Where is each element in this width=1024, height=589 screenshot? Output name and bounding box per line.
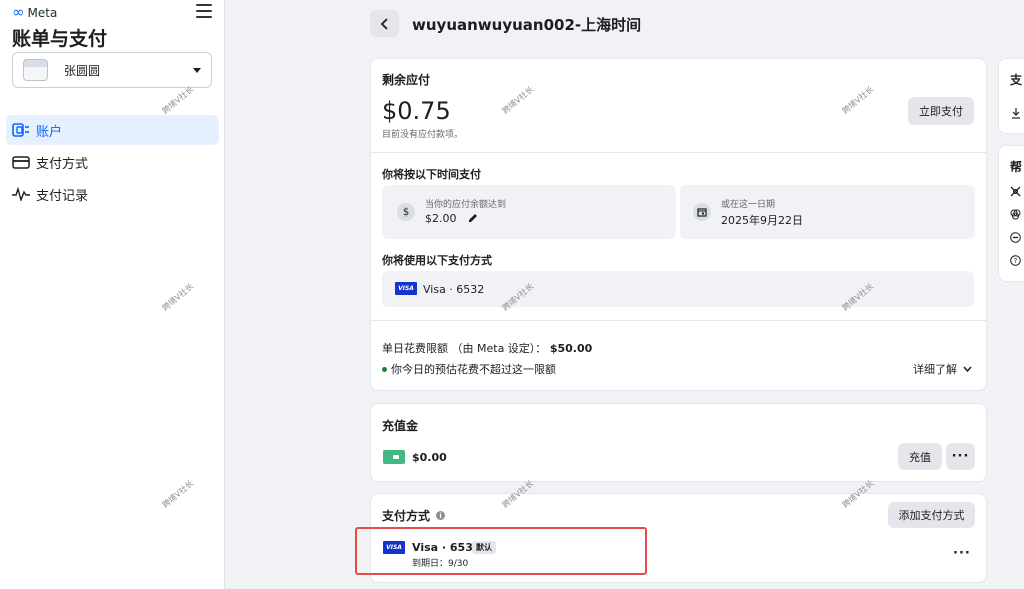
daily-limit-row: 单日花费限额 （由 Meta 设定）： $50.00	[382, 340, 592, 356]
balance-heading: 剩余应付	[382, 73, 431, 87]
tools-icon[interactable]	[1010, 186, 1021, 197]
add-payment-method-button[interactable]: 添加支付方式	[888, 502, 975, 528]
calendar-icon	[693, 203, 711, 221]
info-icon[interactable]: i	[436, 511, 446, 520]
sidebar-item-label: 账户	[36, 124, 63, 140]
learn-more-label: 详细了解	[913, 363, 957, 376]
help-circle-icon[interactable]: ?	[1010, 255, 1021, 266]
sidebar-nav: 账户 支付方式 支付记录	[6, 115, 219, 211]
payment-methods-heading: 支付方式	[382, 509, 431, 523]
sidebar-item-accounts[interactable]: 账户	[6, 115, 219, 145]
account-selector[interactable]: 张圆圆	[12, 52, 212, 88]
status-dot-icon	[382, 366, 387, 372]
daily-limit-note-row: 你今日的预估花费不超过这一限额	[382, 361, 556, 377]
daily-limit-value: $50.00	[549, 342, 593, 355]
meta-brand-text: Meta	[27, 5, 58, 20]
threshold-box: $ 当你的应付余额达到 $2.00	[382, 185, 676, 239]
pay-now-button[interactable]: 立即支付	[908, 97, 974, 125]
prepaid-heading: 充值金	[382, 419, 419, 433]
sidebar-item-payment-history[interactable]: 支付记录	[6, 179, 219, 209]
chevron-down-icon	[963, 366, 972, 372]
accounts-icon	[12, 122, 30, 138]
circles-icon[interactable]	[1010, 209, 1021, 220]
download-icon[interactable]	[1011, 107, 1021, 119]
dollar-icon: $	[397, 203, 415, 221]
activity-icon	[12, 186, 30, 202]
svg-text:?: ?	[1014, 257, 1018, 265]
schedule-heading: 你将按以下时间支付	[382, 168, 481, 181]
divider	[371, 320, 986, 321]
account-name: 张圆圆	[64, 63, 101, 78]
more-options-button[interactable]: ···	[946, 443, 975, 470]
meta-infinity-icon: ∞	[12, 3, 25, 21]
right-card-2-title: 帮	[1010, 160, 1023, 174]
right-card-1: 支	[998, 58, 1024, 134]
wallet-icon	[383, 450, 405, 464]
caret-down-icon	[193, 67, 201, 73]
credit-card-icon	[12, 154, 30, 170]
balance-subtext: 目前没有应付款项。	[382, 130, 464, 140]
threshold-label: 当你的应付余额达到	[425, 200, 507, 210]
back-button[interactable]	[370, 10, 399, 37]
threshold-value: $2.00	[425, 212, 457, 225]
method-value: Visa · 6532	[423, 283, 485, 296]
prepaid-card: 充值金 $0.00 充值 ···	[370, 403, 987, 482]
account-thumbnail-icon	[23, 59, 48, 81]
card-more-button[interactable]: ···	[953, 546, 971, 561]
menu-icon[interactable]	[196, 4, 212, 18]
date-box: 或在这一日期 2025年9月22日	[680, 185, 975, 239]
sidebar-item-label: 支付记录	[36, 188, 89, 204]
page-title: wuyuanwuyuan002-上海时间	[412, 16, 642, 34]
learn-more-link[interactable]: 详细了解	[913, 361, 972, 377]
chevron-left-icon	[380, 17, 388, 30]
payment-methods-heading-row: 支付方式 i	[382, 507, 446, 524]
daily-limit-note: 你今日的预估花费不超过这一限额	[391, 363, 556, 376]
recharge-button[interactable]: 充值	[898, 443, 942, 470]
date-label: 或在这一日期	[721, 200, 776, 210]
method-heading: 你将使用以下支付方式	[382, 254, 492, 267]
meta-logo[interactable]: ∞ Meta	[12, 5, 57, 20]
sidebar-title: 账单与支付	[12, 28, 108, 50]
highlight-box	[355, 527, 647, 575]
method-box: VISA Visa · 6532	[382, 271, 974, 307]
date-value: 2025年9月22日	[721, 214, 803, 227]
sidebar: ∞ Meta 账单与支付 张圆圆 账户 支付方式 支付记录	[0, 0, 225, 589]
sidebar-item-label: 支付方式	[36, 156, 89, 172]
balance-card: 剩余应付 $0.75 目前没有应付款项。 立即支付 你将按以下时间支付 $ 当你…	[370, 58, 987, 391]
daily-limit-text: 单日花费限额 （由 Meta 设定）：	[382, 342, 547, 355]
balance-amount: $0.75	[382, 97, 451, 125]
right-card-1-title: 支	[1010, 73, 1023, 87]
visa-logo-icon: VISA	[395, 282, 417, 295]
minus-circle-icon[interactable]	[1010, 232, 1021, 243]
sidebar-item-payment-methods[interactable]: 支付方式	[6, 147, 219, 177]
pencil-icon[interactable]	[468, 213, 478, 223]
divider	[371, 152, 986, 153]
prepaid-amount: $0.00	[412, 451, 447, 464]
right-card-help: 帮 ?	[998, 145, 1024, 282]
